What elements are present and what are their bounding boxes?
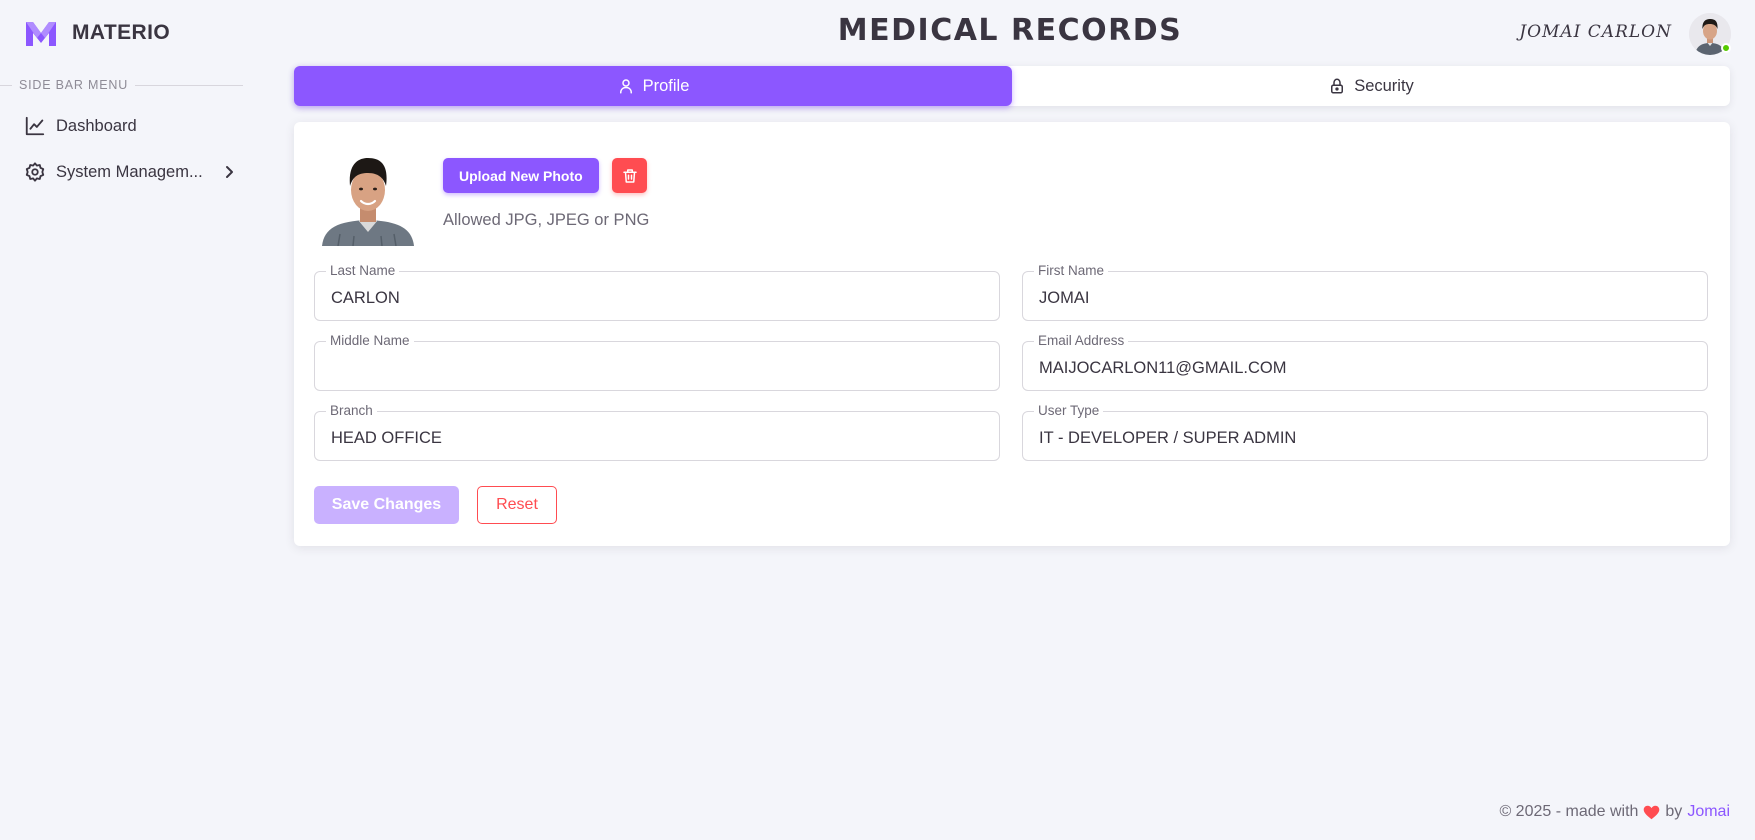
profile-tabs: Profile Security	[294, 66, 1730, 106]
tab-label: Profile	[642, 76, 690, 95]
profile-card: Upload New Photo Allowed JPG, JPEG or PN…	[294, 122, 1730, 546]
footer: © 2025 - made with by Jomai	[1499, 803, 1730, 821]
page-title: MEDICAL RECORDS	[837, 13, 1183, 48]
avatar[interactable]	[1689, 13, 1731, 55]
middle-name-input[interactable]	[315, 342, 999, 390]
gear-icon	[25, 162, 45, 182]
sidebar-section-header: SIDE BAR MENU	[0, 78, 243, 92]
footer-copyright: © 2025 - made with	[1499, 803, 1639, 820]
user-type-field: User Type	[1022, 403, 1708, 461]
brand[interactable]: MATERIO	[24, 18, 170, 48]
footer-by: by	[1665, 803, 1683, 820]
allowed-file-types: Allowed JPG, JPEG or PNG	[443, 211, 650, 229]
profile-photo-image	[318, 150, 418, 246]
upload-photo-button[interactable]: Upload New Photo	[443, 158, 599, 193]
divider	[135, 84, 243, 86]
first-name-input[interactable]	[1023, 272, 1707, 320]
sidebar-section-label: SIDE BAR MENU	[19, 78, 129, 92]
sidebar-item-system-management[interactable]: System Managem...	[24, 161, 234, 183]
save-changes-button[interactable]: Save Changes	[314, 486, 459, 524]
first-name-field: First Name	[1022, 263, 1708, 321]
divider	[0, 84, 12, 86]
sidebar-item-label: System Managem...	[56, 162, 203, 181]
user-icon	[619, 79, 632, 94]
email-input[interactable]	[1023, 342, 1707, 390]
tab-security[interactable]: Security	[1012, 66, 1730, 106]
email-field: Email Address	[1022, 333, 1708, 391]
trash-icon	[622, 168, 637, 183]
sidebar-item-label: Dashboard	[56, 116, 137, 135]
branch-field: Branch	[314, 403, 1000, 461]
chart-line-icon	[25, 116, 45, 136]
reset-button[interactable]: Reset	[477, 486, 557, 524]
last-name-input[interactable]	[315, 272, 999, 320]
user-name: JOMAI CARLON	[1519, 22, 1672, 42]
branch-input[interactable]	[315, 412, 999, 460]
footer-author-link[interactable]: Jomai	[1687, 803, 1730, 821]
lock-icon	[1331, 78, 1344, 94]
profile-photo	[318, 150, 418, 246]
online-status-badge	[1721, 43, 1731, 53]
delete-photo-button[interactable]	[612, 158, 647, 193]
sidebar-item-dashboard[interactable]: Dashboard	[24, 115, 234, 137]
middle-name-field: Middle Name	[314, 333, 1000, 391]
tab-label: Security	[1354, 76, 1414, 95]
tab-profile[interactable]: Profile	[294, 66, 1012, 106]
brand-name: MATERIO	[72, 21, 171, 44]
heart-icon	[1644, 805, 1660, 819]
materio-logo-icon	[26, 22, 56, 46]
user-type-input[interactable]	[1023, 412, 1707, 460]
chevron-right-icon[interactable]	[221, 164, 237, 180]
last-name-field: Last Name	[314, 263, 1000, 321]
